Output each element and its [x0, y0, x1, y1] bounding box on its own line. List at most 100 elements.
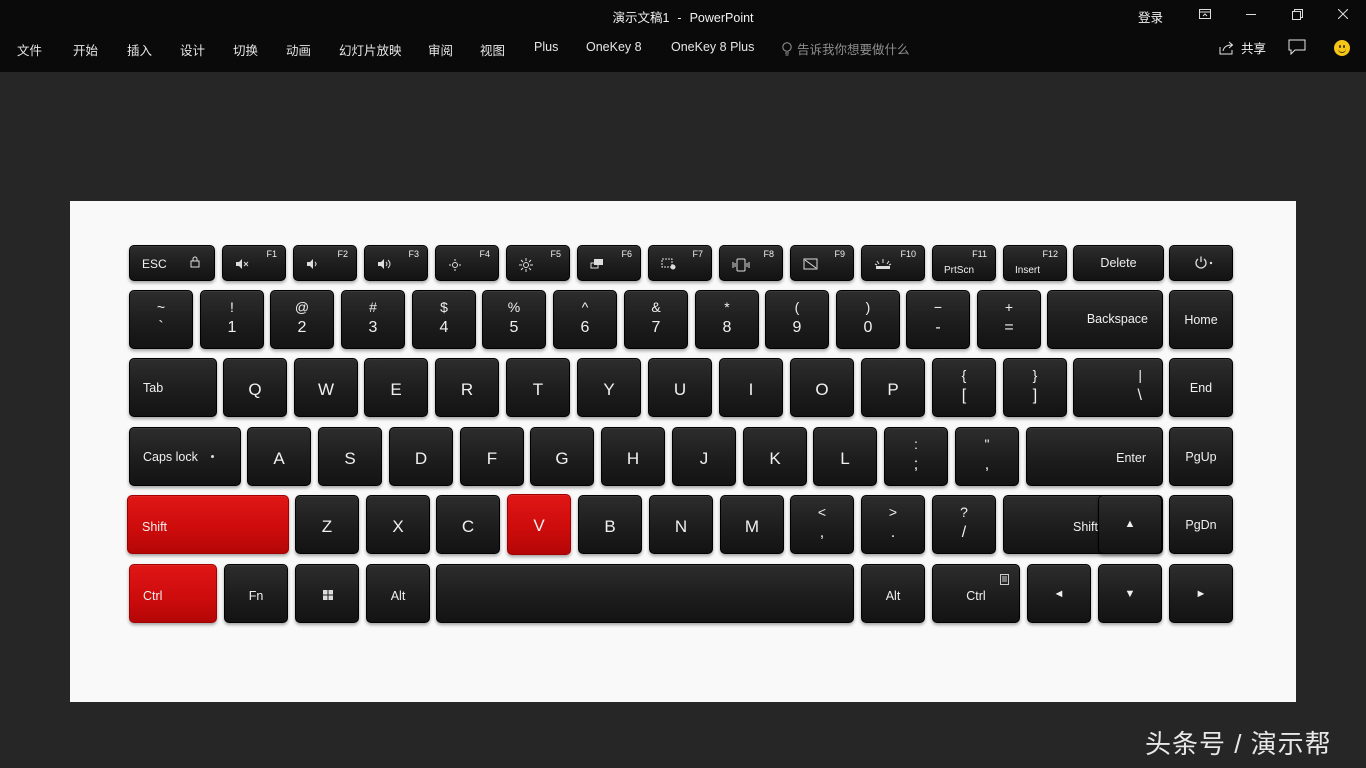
key-bracket-left[interactable]: { [	[932, 358, 996, 417]
tab-transitions[interactable]: 切换	[233, 40, 258, 59]
key-windows[interactable]	[295, 564, 359, 623]
key-f12[interactable]: F12 Insert	[1003, 245, 1067, 281]
key-bracket-right[interactable]: } ]	[1003, 358, 1067, 417]
key-f11[interactable]: F11 PrtScn	[932, 245, 996, 281]
key-tab[interactable]: Tab	[129, 358, 217, 417]
key-shift-left[interactable]: Shift	[127, 495, 289, 554]
key-end[interactable]: End	[1169, 358, 1233, 417]
key-home[interactable]: Home	[1169, 290, 1233, 349]
key-arrow-right[interactable]: ►	[1169, 564, 1233, 623]
login-button[interactable]: 登录	[1138, 7, 1163, 26]
tab-insert[interactable]: 插入	[127, 40, 152, 59]
key-a[interactable]: A	[247, 427, 311, 486]
key-i[interactable]: I	[719, 358, 783, 417]
tab-onekey-8[interactable]: OneKey 8	[586, 40, 642, 54]
key-quote[interactable]: " ,	[955, 427, 1019, 486]
key-fn[interactable]: Fn	[224, 564, 288, 623]
tab-plus[interactable]: Plus	[534, 40, 558, 54]
key-caps-lock[interactable]: Caps lock	[129, 427, 241, 486]
key-f3[interactable]: F3	[364, 245, 428, 281]
key-f1[interactable]: F1	[222, 245, 286, 281]
tab-review[interactable]: 审阅	[428, 40, 453, 59]
key-ctrl-left[interactable]: Ctrl	[129, 564, 217, 623]
key-alt-left[interactable]: Alt	[366, 564, 430, 623]
key-minus[interactable]: − -	[906, 290, 970, 349]
key-slash[interactable]: ? /	[932, 495, 996, 554]
tab-onekey-8-plus[interactable]: OneKey 8 Plus	[671, 40, 754, 54]
key-1[interactable]: ! 1	[200, 290, 264, 349]
key-w[interactable]: W	[294, 358, 358, 417]
key-y[interactable]: Y	[577, 358, 641, 417]
key-5[interactable]: % 5	[482, 290, 546, 349]
key-period[interactable]: > .	[861, 495, 925, 554]
key-f2[interactable]: F2	[293, 245, 357, 281]
key-alt-right[interactable]: Alt	[861, 564, 925, 623]
key-t[interactable]: T	[506, 358, 570, 417]
tab-design[interactable]: 设计	[180, 40, 205, 59]
key-backslash[interactable]: | \	[1073, 358, 1163, 417]
key-g[interactable]: G	[530, 427, 594, 486]
key-f6[interactable]: F6	[577, 245, 641, 281]
key-3[interactable]: # 3	[341, 290, 405, 349]
key-enter[interactable]: Enter	[1026, 427, 1163, 486]
key-x[interactable]: X	[366, 495, 430, 554]
key-e[interactable]: E	[364, 358, 428, 417]
feedback-smiley-icon[interactable]	[1334, 40, 1350, 56]
key-f9[interactable]: F9	[790, 245, 854, 281]
key-4[interactable]: $ 4	[412, 290, 476, 349]
tab-view[interactable]: 视图	[480, 40, 505, 59]
key-d[interactable]: D	[389, 427, 453, 486]
tab-home[interactable]: 开始	[73, 40, 98, 59]
tell-me-search[interactable]: 告诉我你想要做什么	[781, 39, 910, 58]
restore-icon[interactable]	[1285, 4, 1309, 24]
key-esc[interactable]: ESC	[129, 245, 215, 281]
key-7[interactable]: & 7	[624, 290, 688, 349]
key-u[interactable]: U	[648, 358, 712, 417]
key-s[interactable]: S	[318, 427, 382, 486]
key-h[interactable]: H	[601, 427, 665, 486]
slide-canvas[interactable]: ESC F1 F2 F3 F4 F5 F6 F7 F8 F9 F10 F11 P…	[70, 201, 1296, 702]
key-f7[interactable]: F7	[648, 245, 712, 281]
key-m[interactable]: M	[720, 495, 784, 554]
key-k[interactable]: K	[743, 427, 807, 486]
key-6[interactable]: ^ 6	[553, 290, 617, 349]
key-f[interactable]: F	[460, 427, 524, 486]
key-n[interactable]: N	[649, 495, 713, 554]
key-b[interactable]: B	[578, 495, 642, 554]
key-backtick[interactable]: ~ `	[129, 290, 193, 349]
close-icon[interactable]	[1331, 4, 1355, 24]
tab-slide-show[interactable]: 幻灯片放映	[339, 40, 402, 59]
key-z[interactable]: Z	[295, 495, 359, 554]
key-pgup[interactable]: PgUp	[1169, 427, 1233, 486]
share-button[interactable]: 共享	[1219, 38, 1266, 57]
key-comma[interactable]: < ,	[790, 495, 854, 554]
key-9[interactable]: ( 9	[765, 290, 829, 349]
key-arrow-down[interactable]: ▼	[1098, 564, 1162, 623]
key-f8[interactable]: F8	[719, 245, 783, 281]
key-p[interactable]: P	[861, 358, 925, 417]
key-l[interactable]: L	[813, 427, 877, 486]
key-r[interactable]: R	[435, 358, 499, 417]
key-8[interactable]: * 8	[695, 290, 759, 349]
key-equals[interactable]: + =	[977, 290, 1041, 349]
key-2[interactable]: @ 2	[270, 290, 334, 349]
key-arrow-up[interactable]: ▲	[1098, 495, 1162, 554]
key-v[interactable]: V	[507, 494, 571, 555]
key-ctrl-right[interactable]: Ctrl	[932, 564, 1020, 623]
key-f4[interactable]: F4	[435, 245, 499, 281]
key-f5[interactable]: F5	[506, 245, 570, 281]
key-backspace[interactable]: Backspace	[1047, 290, 1163, 349]
comments-icon[interactable]	[1288, 39, 1306, 60]
key-f10[interactable]: F10	[861, 245, 925, 281]
minimize-icon[interactable]	[1239, 4, 1263, 24]
key-power[interactable]	[1169, 245, 1233, 281]
key-j[interactable]: J	[672, 427, 736, 486]
key-space[interactable]	[436, 564, 854, 623]
tab-file[interactable]: 文件	[17, 40, 42, 59]
key-c[interactable]: C	[436, 495, 500, 554]
key-pgdn[interactable]: PgDn	[1169, 495, 1233, 554]
key-o[interactable]: O	[790, 358, 854, 417]
key-delete[interactable]: Delete	[1073, 245, 1164, 281]
key-q[interactable]: Q	[223, 358, 287, 417]
ribbon-display-options-icon[interactable]	[1193, 4, 1217, 24]
